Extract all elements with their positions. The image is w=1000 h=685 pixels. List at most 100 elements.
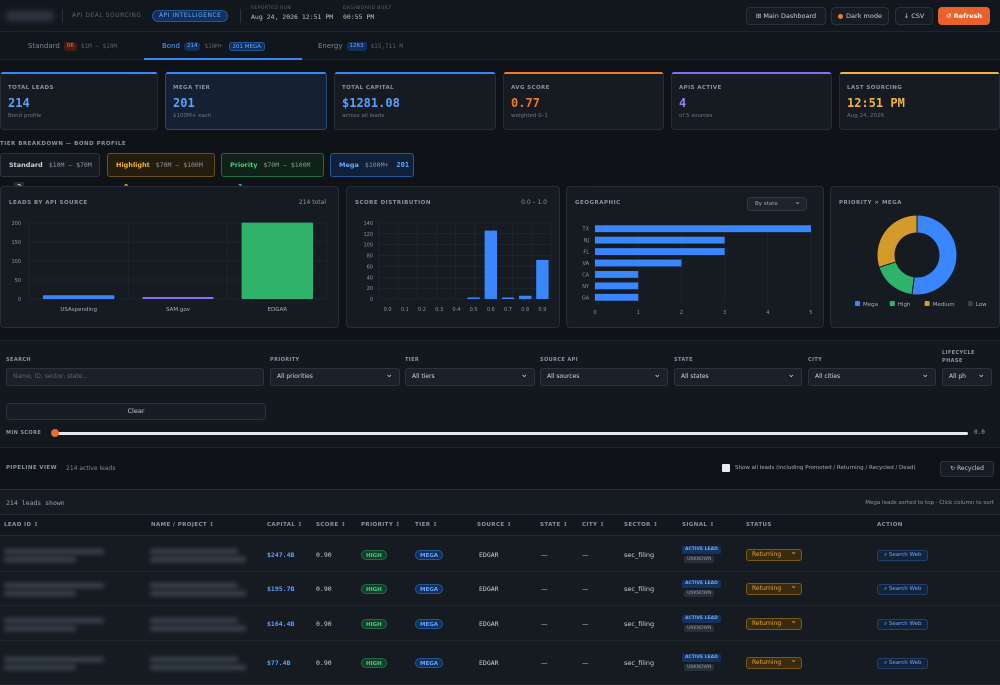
y-tick-label: 150 [11, 240, 21, 246]
kpi-subtext: weighted 0–1 [511, 113, 548, 119]
tier-filter-select[interactable]: All tiers [405, 367, 535, 386]
column-header[interactable]: PRIORITY ↕ [361, 522, 401, 528]
tier-breakdown-label: TIER BREAKDOWN — BOND PROFILE [0, 141, 127, 147]
build-meta: DASHBOARD BUILT 00:55 PM [343, 6, 392, 21]
column-header[interactable]: SCORE ↕ [316, 522, 346, 528]
priority-badge: HIGH [361, 584, 387, 594]
tab-range: $1M – $10M [80, 43, 117, 50]
status-select[interactable]: Returning [746, 655, 802, 669]
tab-bond[interactable]: Bond 214 $10M+ 201 MEGA [162, 32, 269, 60]
lead-name-redacted [150, 625, 246, 631]
tier-pill-priority[interactable]: Priority$70M – $100M3 [221, 153, 324, 191]
search-web-button[interactable]: ⌕ Search Web [877, 658, 929, 669]
column-header[interactable]: CAPITAL ↕ [267, 522, 303, 528]
table-row[interactable]: $195.7B 0.90 HIGH MEGA EDGAR — — sec_filing ACTI… [0, 572, 1000, 606]
table-row[interactable]: $247.4B 0.90 HIGH MEGA EDGAR — — sec_filing ACTI… [0, 537, 1000, 572]
clear-filters-button[interactable]: Clear [6, 403, 266, 420]
lead-name-redacted [150, 548, 238, 554]
signal-sub-badge: UNKNOWN [684, 590, 715, 597]
min-score-label: MIN SCORE [6, 430, 42, 436]
column-header[interactable]: CITY ↕ [582, 522, 605, 528]
divider [62, 9, 63, 23]
csv-export-button[interactable]: ↓ CSV [895, 7, 933, 25]
y-tick-label: 100 [363, 243, 373, 249]
status-select[interactable]: Returning [746, 581, 802, 595]
y-tick-label: NY [582, 284, 590, 290]
source-value: EDGAR [479, 619, 499, 628]
x-tick-label: 0.7 [504, 307, 512, 313]
tier-badge: MEGA [415, 549, 444, 560]
column-header[interactable]: SOURCE ↕ [477, 522, 512, 528]
y-tick-label: 20 [367, 286, 373, 292]
source-filter-select[interactable]: All sources [540, 367, 668, 386]
lead-name-redacted [150, 591, 246, 596]
kpi-subtext: $100M+ each [173, 113, 212, 119]
dark-mode-toggle[interactable]: Dark mode [831, 7, 889, 25]
geographic-panel: GEOGRAPHIC By state TXNJFLVACANYGA012345 [566, 186, 824, 328]
table-header: LEAD ID ↕ NAME / PROJECT ↕ CAPITAL ↕ SCORE … [0, 514, 1000, 536]
search-web-button[interactable]: ⌕ Search Web [877, 549, 929, 561]
tier-pill-mega[interactable]: Mega $100M+ 201 [330, 153, 414, 177]
legend-label: Medium [933, 302, 955, 308]
filter-bar: SEARCH Name, ID, sector, state... PRIORI… [0, 340, 1000, 448]
column-header[interactable]: ACTION [877, 522, 903, 528]
bar [241, 222, 314, 299]
tier-pill-highlight[interactable]: Highlight$70M – $100M0 [107, 153, 215, 191]
column-header[interactable]: STATUS [746, 522, 772, 528]
min-score-value: 0.0 [974, 429, 985, 436]
refresh-button[interactable]: ↺ Refresh [938, 7, 990, 25]
bar [595, 225, 811, 233]
lead-id-redacted [4, 556, 76, 562]
search-input[interactable]: Name, ID, sector, state... [6, 368, 264, 386]
pipeline-bar: PIPELINE VIEW 214 active leads Show all … [0, 455, 1000, 483]
status-select[interactable]: Returning [746, 547, 802, 561]
column-header[interactable]: STATE ↕ [540, 522, 568, 528]
x-tick-label: 0.1 [401, 307, 409, 313]
y-tick-label: 80 [367, 254, 373, 260]
column-header[interactable]: SECTOR ↕ [624, 522, 658, 528]
source-value: EDGAR [479, 585, 499, 593]
tier-pill-standard[interactable]: Standard$10M – $70M2 [0, 153, 100, 193]
tab-badge: 06 [63, 41, 77, 51]
mega-count-badge: 201 MEGA [228, 41, 266, 51]
status-select[interactable]: Returning [746, 616, 802, 630]
brand-subtitle: API DEAL SOURCING [72, 12, 142, 19]
kpi-label: MEGA TIER [173, 85, 211, 91]
table-row[interactable]: $77.4B 0.90 HIGH MEGA EDGAR — — sec_filing ACTIV… [0, 641, 1000, 685]
column-header[interactable]: SIGNAL ↕ [682, 522, 715, 528]
priority-filter-select[interactable]: All priorities [270, 367, 400, 386]
search-web-button[interactable]: ⌕ Search Web [877, 584, 929, 595]
state-value: — [541, 550, 548, 559]
column-header[interactable]: TIER ↕ [415, 522, 438, 528]
priority-badge: HIGH [361, 658, 387, 668]
min-score-track[interactable] [54, 432, 968, 435]
kpi-accent-bar [1, 72, 157, 74]
search-web-button[interactable]: ⌕ Search Web [877, 618, 929, 630]
column-header[interactable]: LEAD ID ↕ [4, 522, 39, 528]
tab-energy[interactable]: Energy 1263 $15,711 M [318, 32, 403, 60]
show-all-checkbox[interactable] [722, 464, 730, 472]
profile-tabs: Standard 06 $1M – $10M Bond 214 $10M+ 201 MEG… [0, 32, 1000, 60]
min-score-thumb[interactable] [51, 429, 59, 437]
tab-range: $10M+ [204, 43, 223, 50]
score-distribution-chart: 140 120 100 80 60 40 20 0 0.0 0.1 0.2 0.3 0.4 0.5 0.6 0… [363, 221, 552, 313]
tab-standard[interactable]: Standard 06 $1M – $10M [28, 32, 117, 60]
kpi-label: TOTAL CAPITAL [342, 85, 395, 91]
donut-slice [876, 214, 918, 268]
column-header[interactable]: NAME / PROJECT ↕ [151, 522, 214, 528]
meta-value: 00:55 PM [343, 13, 375, 21]
tier-range: $10M – $70M [48, 161, 92, 169]
sector-value: sec_filing [624, 585, 655, 593]
state-value: — [541, 619, 548, 628]
tier-range: $70M – $100M [263, 161, 311, 169]
city-filter-select[interactable]: All cities [808, 367, 936, 386]
tier-badge: MEGA [415, 658, 444, 668]
state-filter-select[interactable]: All states [674, 367, 802, 386]
x-tick-label: 0.6 [487, 307, 495, 313]
main-dashboard-button[interactable]: ⊞ Main Dashboard [746, 7, 826, 25]
table-row[interactable]: $164.4B 0.90 HIGH MEGA EDGAR — — sec_filing ACTI… [0, 606, 1000, 641]
signal-badge: ACTIVE LEAD [682, 614, 721, 623]
signal-sub-badge: UNKNOWN [684, 555, 715, 563]
recycled-button[interactable]: ↻ Recycled [940, 461, 994, 477]
lifecycle-filter-select[interactable]: All ph [942, 367, 992, 386]
